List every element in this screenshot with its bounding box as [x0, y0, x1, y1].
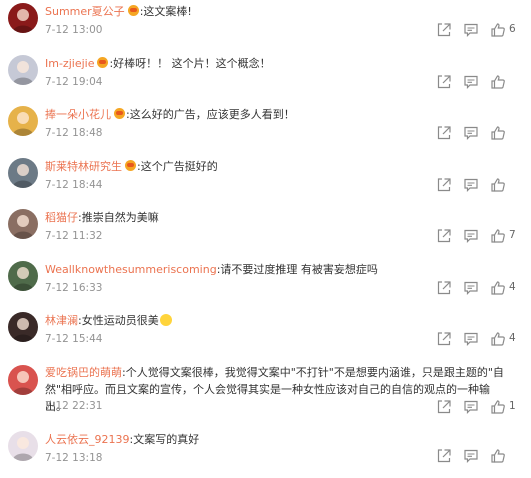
comment-time: 7-12 15:44 [45, 333, 103, 345]
comment-item: Summer夏公子 :这文案棒! 7-12 13:00 6 [0, 2, 531, 50]
avatar[interactable] [8, 365, 38, 395]
comment-icon[interactable] [463, 280, 479, 296]
thumbs-up-icon[interactable] [490, 22, 506, 38]
thumbs-up-icon[interactable] [490, 331, 506, 347]
comment-text: :女性运动员很美 [78, 314, 159, 327]
avatar[interactable] [8, 3, 38, 33]
like-count: 1 [509, 400, 516, 412]
comment-line: Summer夏公子 :这文案棒! [45, 4, 521, 19]
username-link[interactable]: Weallknowthesummeriscoming [45, 263, 217, 276]
avatar[interactable] [8, 106, 38, 136]
share-icon[interactable] [436, 228, 452, 244]
avatar[interactable] [8, 312, 38, 342]
comment-icon[interactable] [463, 228, 479, 244]
like-count: 4 [509, 332, 516, 344]
username-link[interactable]: 捧一朵小花儿 [45, 108, 111, 121]
comment-text: :好棒呀！！ 这个片！这个概念！ [109, 57, 271, 70]
thumbs-up-icon[interactable] [490, 228, 506, 244]
comment-actions [436, 74, 526, 90]
comment-item: 斯莱特林研究生 :这个广告挺好的 7-12 18:44 [0, 157, 531, 205]
comment-time: 7-12 18:48 [45, 127, 103, 139]
username-link[interactable]: Im-zjiejie [45, 57, 94, 70]
comment-actions: 4 [436, 280, 526, 296]
avatar[interactable] [8, 431, 38, 461]
share-icon[interactable] [436, 331, 452, 347]
like-count: 6 [509, 23, 516, 35]
comment-item: 稻猫仔:推崇自然为美嘛 7-12 11:32 7 [0, 208, 531, 256]
share-icon[interactable] [436, 280, 452, 296]
comment-item: Im-zjiejie :好棒呀！！ 这个片！这个概念！ 7-12 19:04 [0, 54, 531, 102]
username-link[interactable]: Summer夏公子 [45, 5, 125, 18]
comment-line: 斯莱特林研究生 :这个广告挺好的 [45, 159, 521, 174]
thumbs-up-icon[interactable] [490, 177, 506, 193]
comment-item: 捧一朵小花儿 :这么好的广告，应该更多人看到！ 7-12 18:48 [0, 105, 531, 153]
vip-badge-icon [97, 57, 109, 68]
username-link[interactable]: 斯莱特林研究生 [45, 160, 122, 173]
comment-actions: 6 [436, 22, 526, 38]
comment-text: :文案写的真好 [129, 433, 200, 446]
comment-actions [436, 125, 526, 141]
avatar[interactable] [8, 158, 38, 188]
avatar[interactable] [8, 261, 38, 291]
like-count: 4 [509, 281, 516, 293]
comment-actions: 1 [436, 399, 526, 415]
username-link[interactable]: 爱吃锅巴的萌萌 [45, 366, 122, 379]
share-icon[interactable] [436, 177, 452, 193]
share-icon[interactable] [436, 22, 452, 38]
comment-icon[interactable] [463, 177, 479, 193]
comment-text: :这么好的广告，应该更多人看到！ [126, 108, 295, 121]
comment-item: Weallknowthesummeriscoming:请不要过度推理 有被害妄想… [0, 260, 531, 308]
share-icon[interactable] [436, 448, 452, 464]
username-link[interactable]: 稻猫仔 [45, 211, 78, 224]
thumbs-up-icon[interactable] [490, 448, 506, 464]
vip-badge-icon [114, 108, 125, 119]
comment-line: 林津澜:女性运动员很美 [45, 313, 521, 328]
comment-item: 林津澜:女性运动员很美 7-12 15:44 4 [0, 311, 531, 359]
avatar[interactable] [8, 55, 38, 85]
comment-icon[interactable] [463, 74, 479, 90]
comment-time: 7-12 11:32 [45, 230, 103, 242]
comment-actions [436, 177, 526, 193]
comment-line: 人云依云_92139:文案写的真好 [45, 432, 521, 447]
thumbs-up-icon[interactable] [490, 280, 506, 296]
comment-text: :推崇自然为美嘛 [78, 211, 159, 224]
vip-badge-icon [125, 160, 136, 171]
emoji-icon [159, 314, 172, 326]
comment-icon[interactable] [463, 331, 479, 347]
comment-icon[interactable] [463, 125, 479, 141]
comment-time: 7-12 18:44 [45, 179, 103, 191]
thumbs-up-icon[interactable] [490, 125, 506, 141]
comment-line: 稻猫仔:推崇自然为美嘛 [45, 210, 521, 225]
comment-item: 爱吃锅巴的萌萌:个人觉得文案很棒，我觉得文案中"不打针"不是想要内涵谁，只是跟主… [0, 362, 531, 414]
username-link[interactable]: 林津澜 [45, 314, 78, 327]
comment-icon[interactable] [463, 22, 479, 38]
comment-line: Weallknowthesummeriscoming:请不要过度推理 有被害妄想… [45, 262, 521, 277]
thumbs-up-icon[interactable] [490, 399, 506, 415]
comment-time: 7-12 13:18 [45, 452, 103, 464]
thumbs-up-icon[interactable] [490, 74, 506, 90]
comment-icon[interactable] [463, 399, 479, 415]
comment-text: :请不要过度推理 有被害妄想症吗 [216, 263, 378, 276]
comment-time: 7-12 13:00 [45, 24, 103, 36]
comment-line: Im-zjiejie :好棒呀！！ 这个片！这个概念！ [45, 56, 521, 71]
share-icon[interactable] [436, 125, 452, 141]
comment-time: 7-12 19:04 [45, 76, 103, 88]
comment-line: 捧一朵小花儿 :这么好的广告，应该更多人看到！ [45, 107, 521, 122]
avatar[interactable] [8, 209, 38, 239]
share-icon[interactable] [436, 74, 452, 90]
like-count: 7 [509, 229, 516, 241]
share-icon[interactable] [436, 399, 452, 415]
comment-actions: 4 [436, 331, 526, 347]
comment-time: 7-12 22:31 [45, 400, 103, 412]
comment-text: :这文案棒! [139, 5, 192, 18]
comment-actions [436, 448, 526, 464]
vip-badge-icon [127, 5, 139, 16]
comment-icon[interactable] [463, 448, 479, 464]
username-link[interactable]: 人云依云_92139 [45, 433, 130, 446]
comment-item: 人云依云_92139:文案写的真好 7-12 13:18 [0, 430, 531, 478]
comment-actions: 7 [436, 228, 526, 244]
comment-time: 7-12 16:33 [45, 282, 103, 294]
comment-text: :这个广告挺好的 [137, 160, 218, 173]
